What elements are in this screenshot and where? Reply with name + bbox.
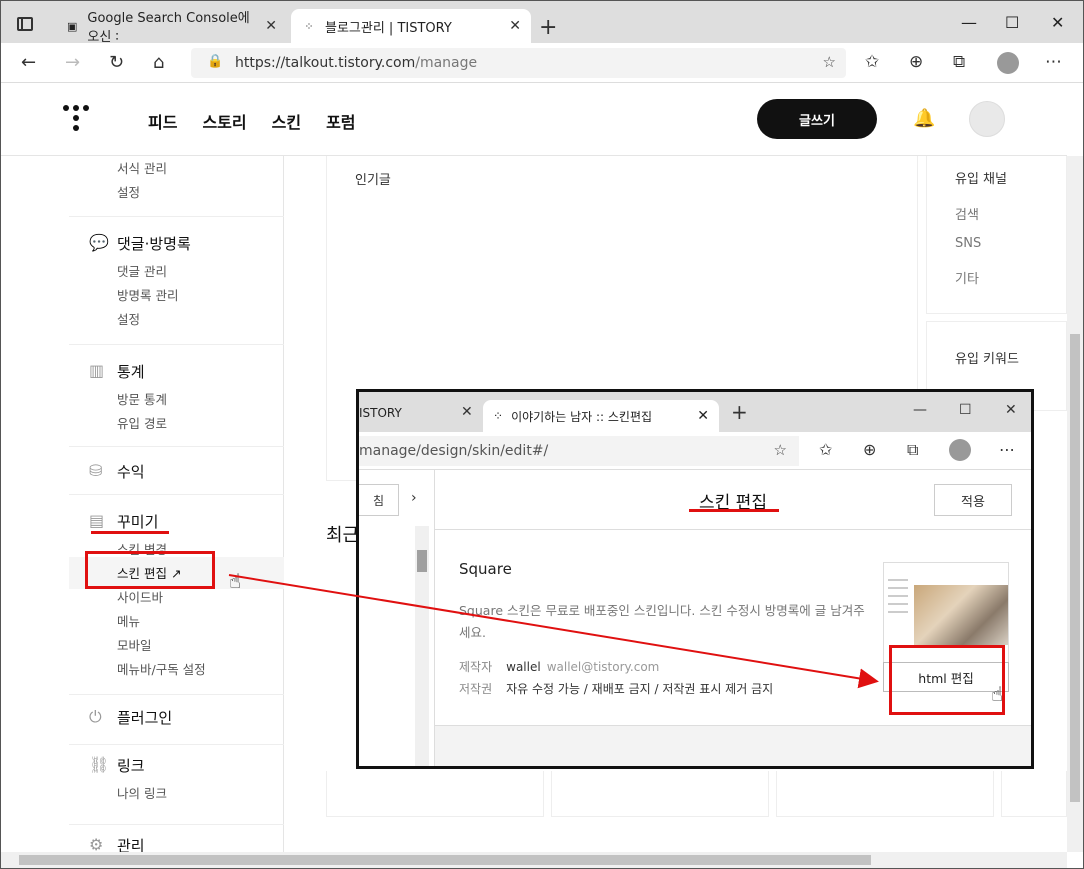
browser-window: ▣ Google Search Console에 오신 ∶ ✕ ⁘ 블로그관리 …	[0, 0, 1084, 869]
arrow-annotation	[228, 574, 879, 689]
